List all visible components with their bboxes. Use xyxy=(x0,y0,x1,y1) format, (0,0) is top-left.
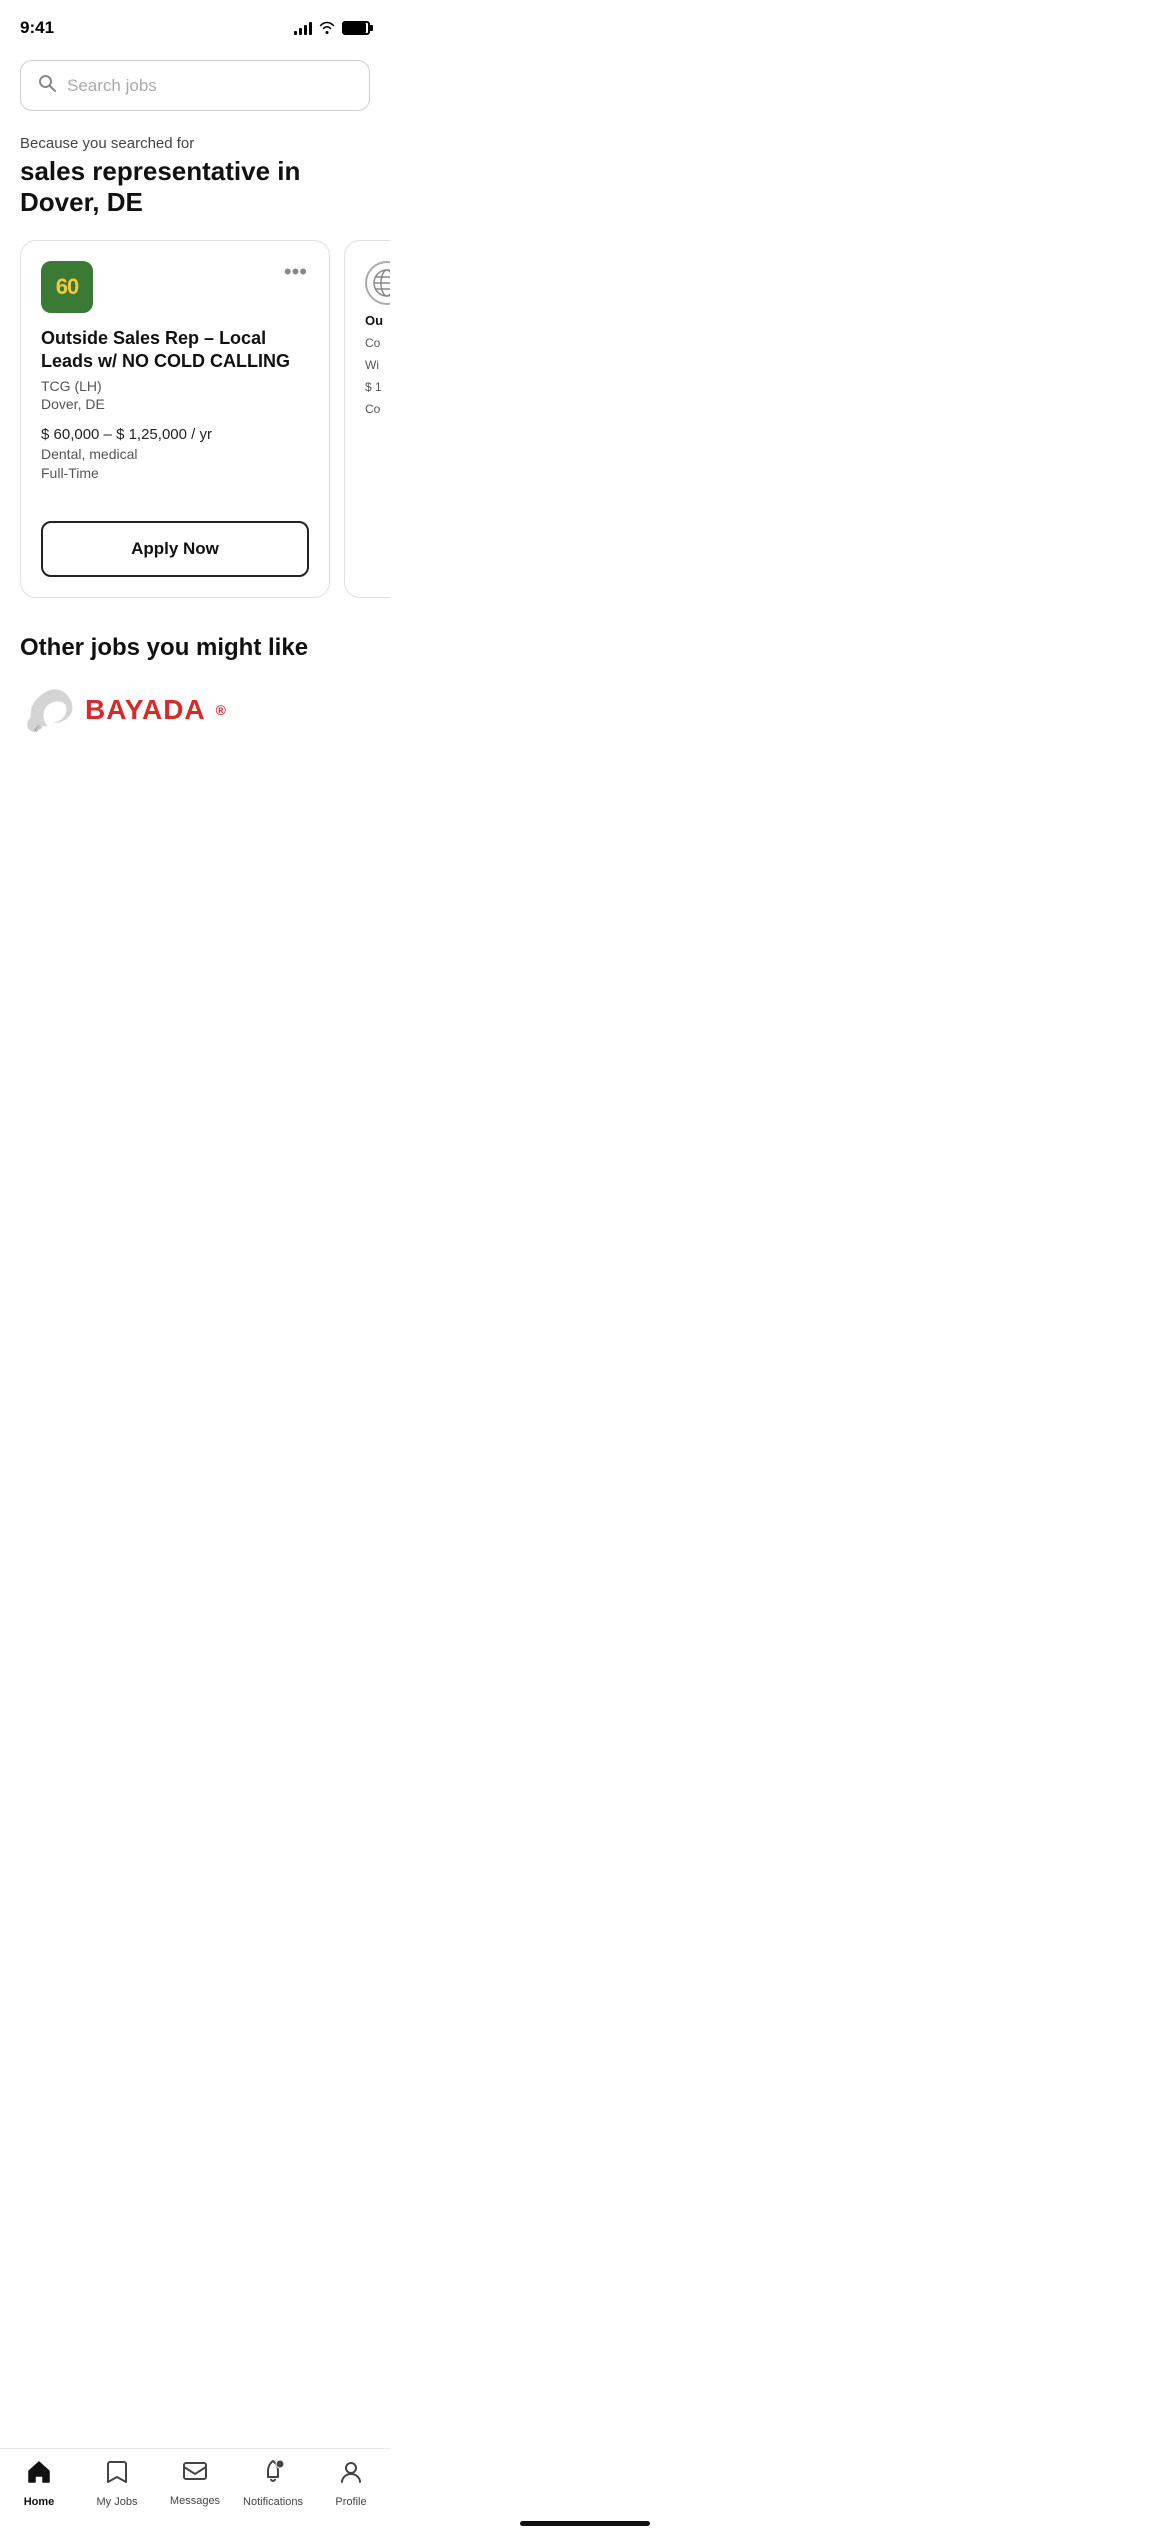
search-query-text: sales representative in Dover, DE xyxy=(20,156,370,218)
search-section-header: Because you searched for sales represent… xyxy=(0,127,390,224)
status-time: 9:41 xyxy=(20,18,54,38)
more-options-button[interactable]: ••• xyxy=(282,261,309,283)
because-label: Because you searched for xyxy=(20,135,370,152)
signal-icon xyxy=(294,21,312,35)
company-logo-partial xyxy=(365,261,390,305)
status-bar: 9:41 xyxy=(0,0,390,50)
nav-messages[interactable]: Messages xyxy=(165,2460,225,2507)
job-card-2-partial: Ou Co Wi $ 1 Co xyxy=(344,240,390,598)
job-type-1: Full-Time xyxy=(41,465,309,481)
job-detail-wi: Wi xyxy=(365,358,390,372)
nav-notifications-label: Notifications xyxy=(243,2496,303,2508)
job-detail-co: Co xyxy=(365,336,390,350)
nav-my-jobs-label: My Jobs xyxy=(97,2496,138,2508)
nav-my-jobs[interactable]: My Jobs xyxy=(87,2459,147,2508)
other-jobs-title: Other jobs you might like xyxy=(20,634,370,662)
status-icons xyxy=(294,20,370,37)
search-icon xyxy=(37,73,57,98)
bayada-bird-icon xyxy=(20,682,75,737)
job-title-partial: Ou xyxy=(365,313,390,328)
job-salary-partial: $ 1 xyxy=(365,380,390,394)
nav-home[interactable]: Home xyxy=(9,2459,69,2508)
bayada-logo: BAYADA ® xyxy=(20,682,370,737)
job-title-1: Outside Sales Rep – Local Leads w/ NO CO… xyxy=(41,327,309,372)
jobs-scroll-area: 60 ••• Outside Sales Rep – Local Leads w… xyxy=(0,224,390,614)
home-indicator xyxy=(520,2521,650,2526)
bayada-text: BAYADA xyxy=(85,694,206,726)
bell-icon xyxy=(261,2459,285,2492)
nav-profile-label: Profile xyxy=(335,2496,366,2508)
job-location-1: Dover, DE xyxy=(41,396,309,412)
job-card-1: 60 ••• Outside Sales Rep – Local Leads w… xyxy=(20,240,330,598)
job-benefits-1: Dental, medical xyxy=(41,446,309,462)
search-bar[interactable]: Search jobs xyxy=(20,60,370,111)
job-company-1: TCG (LH) xyxy=(41,378,309,394)
nav-home-label: Home xyxy=(24,2496,55,2508)
search-placeholder: Search jobs xyxy=(67,76,157,96)
bookmark-icon xyxy=(105,2459,129,2492)
other-jobs-section: Other jobs you might like BAYADA ® xyxy=(0,614,390,737)
job-card-1-header: 60 ••• xyxy=(41,261,309,313)
profile-icon xyxy=(338,2459,364,2492)
bottom-nav: Home My Jobs Messages Notificati xyxy=(0,2448,390,2532)
job-salary-1: $ 60,000 – $ 1,25,000 / yr xyxy=(41,426,309,443)
wifi-icon xyxy=(318,20,336,37)
messages-icon xyxy=(182,2460,208,2491)
nav-notifications[interactable]: Notifications xyxy=(243,2459,303,2508)
job-detail-co2: Co xyxy=(365,402,390,416)
nav-messages-label: Messages xyxy=(170,2495,220,2507)
company-logo-tcg: 60 xyxy=(41,261,93,313)
search-container: Search jobs xyxy=(0,50,390,127)
apply-now-button[interactable]: Apply Now xyxy=(41,521,309,577)
bayada-registered: ® xyxy=(216,702,226,718)
nav-profile[interactable]: Profile xyxy=(321,2459,381,2508)
home-icon xyxy=(26,2459,52,2492)
battery-icon xyxy=(342,21,370,35)
